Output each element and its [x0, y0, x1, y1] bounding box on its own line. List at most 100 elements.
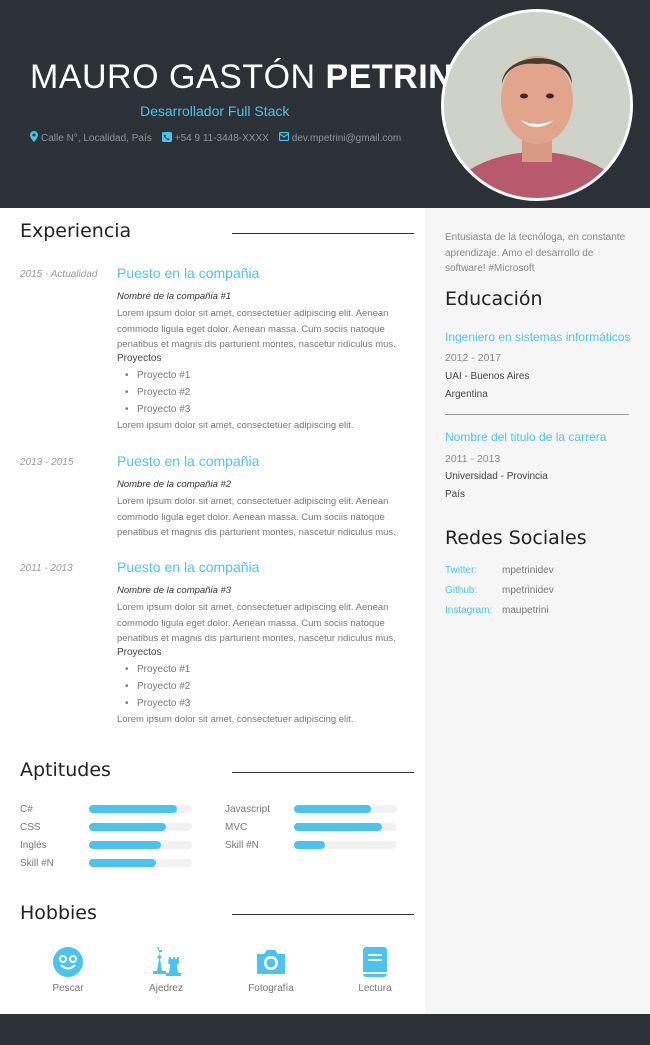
company-name: Nombre de la compañia #2	[117, 479, 232, 490]
education-country: País	[445, 489, 466, 500]
skill-label: MVC	[225, 822, 248, 833]
phone-text: +54 9 11-3448-XXXX	[174, 132, 269, 144]
education-degree: Nombre del titulo de la carrera	[445, 430, 607, 444]
map-pin-icon	[30, 131, 38, 145]
skill-bar-fill	[294, 805, 372, 813]
education-place: UAI - Buenos Aires	[445, 371, 530, 382]
education-country: Argentina	[445, 389, 488, 400]
hobby-item: Fotografía	[231, 945, 311, 994]
education-place: Universidad - Provincia	[445, 471, 548, 482]
job-date: 2011 - 2013	[20, 563, 73, 574]
skill-bar-fill	[89, 823, 167, 831]
address-text: Calle N°, Localidad, País	[41, 132, 152, 144]
skills-divider	[232, 772, 414, 773]
address-item: Calle N°, Localidad, País	[30, 131, 152, 145]
education-title: Educación	[445, 288, 543, 310]
job-title: Puesto en la compañia	[117, 453, 260, 469]
hobby-item: Ajedrez	[126, 945, 206, 994]
project-item: Proyecto #1	[125, 367, 190, 384]
project-item: Proyecto #1	[125, 661, 190, 678]
job-date: 2013 - 2015	[20, 457, 74, 468]
job-title: Puesto en la compañia	[117, 559, 260, 575]
project-item: Proyecto #2	[125, 384, 190, 401]
hobbies-divider	[232, 914, 414, 915]
hobby-item: Lectura	[335, 945, 415, 994]
envelope-icon	[278, 131, 289, 144]
skill-bar	[294, 841, 397, 849]
skill-label: Skill #N	[225, 840, 259, 851]
education-degree: Ingeniero en sistemas informáticos	[445, 330, 631, 344]
skill-label: CSS	[20, 822, 41, 833]
skill-bar	[89, 805, 192, 813]
experience-title: Experiencia	[20, 220, 132, 242]
job-description: Lorem ipsum dolor sit amet, consectetuer…	[117, 602, 396, 644]
hobby-label: Ajedrez	[149, 983, 183, 994]
book-icon	[358, 945, 392, 979]
skill-label: Javascript	[225, 804, 271, 815]
job-summary: Lorem ipsum dolor sit amet, consectetuer…	[117, 714, 354, 725]
job-description: Lorem ipsum dolor sit amet, consectetuer…	[117, 308, 396, 350]
skill-label: Inglés	[20, 840, 47, 851]
company-name: Nombre de la compañia #1	[117, 291, 232, 302]
job-entry: 2015 - Actualidad Puesto en la compañia …	[20, 265, 415, 435]
skill-bar	[89, 859, 192, 867]
email-item[interactable]: dev.mpetrini@gmail.com	[278, 131, 401, 145]
camera-icon	[254, 945, 288, 979]
hobby-label: Fotografía	[248, 983, 294, 994]
smiley-icon	[51, 945, 85, 979]
skill-bar	[89, 823, 192, 831]
phone-item: +54 9 11-3448-XXXX	[161, 131, 269, 145]
footer	[0, 1014, 650, 1045]
education-years: 2012 - 2017	[445, 352, 502, 364]
hobby-item: Pescar	[28, 945, 108, 994]
contact-info: Calle N°, Localidad, País +54 9 11-3448-…	[30, 131, 401, 145]
social-title: Redes Sociales	[445, 527, 587, 549]
projects-heading: Proyectos	[117, 647, 162, 658]
phone-icon	[161, 131, 172, 145]
skill-bar-fill	[294, 841, 325, 849]
job-summary: Lorem ipsum dolor sit amet, consectetuer…	[117, 420, 354, 431]
chess-icon	[149, 945, 183, 979]
skill-bar-fill	[89, 805, 177, 813]
email-text[interactable]: dev.mpetrini@gmail.com	[292, 133, 401, 144]
skill-bar-fill	[294, 823, 382, 831]
profile-photo	[441, 9, 633, 201]
education-divider	[445, 414, 629, 415]
skill-bar-fill	[89, 841, 162, 849]
social-network: Instagram:	[445, 605, 493, 616]
job-role: Desarrollador Full Stack	[140, 103, 290, 119]
hobbies-title: Hobbies	[20, 902, 97, 924]
skills-title: Aptitudes	[20, 759, 111, 781]
skill-label: C#	[20, 804, 33, 815]
education-years: 2011 - 2013	[445, 453, 501, 465]
skill-label: Skill #N	[20, 858, 54, 869]
skill-bar	[294, 805, 397, 813]
job-description: Lorem ipsum dolor sit amet, consectetuer…	[117, 496, 396, 538]
skill-bar-fill	[89, 859, 156, 867]
company-name: Nombre de la compañia #3	[117, 585, 232, 596]
job-entry: 2013 - 2015 Puesto en la compañia Nombre…	[20, 453, 415, 543]
project-item: Proyecto #3	[125, 695, 190, 712]
social-handle[interactable]: mpetrinidev	[502, 565, 554, 576]
project-item: Proyecto #3	[125, 401, 190, 418]
social-handle[interactable]: maupetrini	[502, 605, 549, 616]
hobby-label: Lectura	[358, 983, 392, 994]
projects-list: Proyecto #1 Proyecto #2 Proyecto #3	[125, 661, 190, 712]
social-network: Github:	[445, 585, 478, 596]
social-network: Twitter:	[445, 565, 478, 576]
full-name: MAURO GASTÓN PETRINI	[30, 58, 463, 97]
about-text: Entusiasta de la tecnóloga, en constante…	[445, 232, 626, 274]
project-item: Proyecto #2	[125, 678, 190, 695]
experience-divider	[232, 233, 414, 234]
projects-list: Proyecto #1 Proyecto #2 Proyecto #3	[125, 367, 190, 418]
job-date: 2015 - Actualidad	[20, 269, 98, 280]
skill-bar	[89, 841, 192, 849]
job-entry: 2011 - 2013 Puesto en la compañia Nombre…	[20, 559, 415, 729]
projects-heading: Proyectos	[117, 353, 162, 364]
header: MAURO GASTÓN PETRINI Desarrollador Full …	[0, 0, 650, 208]
job-title: Puesto en la compañia	[117, 265, 260, 281]
skill-bar	[294, 823, 397, 831]
first-name: MAURO GASTÓN	[30, 58, 316, 96]
social-handle[interactable]: mpetrinidev	[502, 585, 554, 596]
hobby-label: Pescar	[52, 983, 84, 994]
